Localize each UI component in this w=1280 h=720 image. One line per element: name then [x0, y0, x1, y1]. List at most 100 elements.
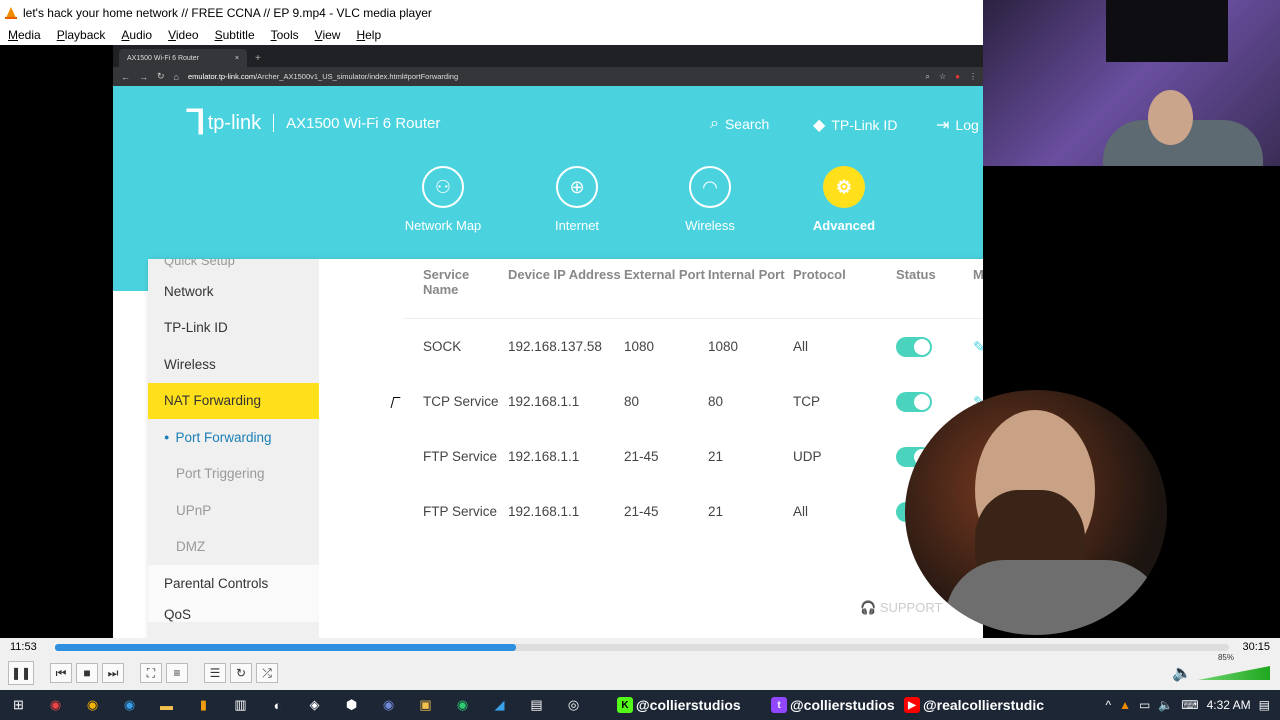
cell-external-port: 21-45 — [624, 449, 659, 464]
support-link[interactable]: 🎧 SUPPORT — [860, 600, 942, 616]
tplink-id-link[interactable]: ◆ TP-Link ID — [813, 115, 897, 135]
app-icon[interactable]: ▣ — [407, 690, 444, 720]
tab-internet[interactable]: ⊕ Internet — [517, 166, 637, 233]
network-icon[interactable]: ▭ — [1139, 698, 1150, 712]
menu-subtitle[interactable]: Subtitle — [215, 28, 255, 42]
chrome-icon[interactable]: ◉ — [74, 690, 111, 720]
sidebar-item-qos[interactable]: QoS — [148, 601, 319, 622]
tab-wireless[interactable]: ◠ Wireless — [650, 166, 770, 233]
app-icon[interactable]: ▤ — [518, 690, 555, 720]
menu-audio[interactable]: Audio — [121, 28, 152, 42]
notification-icon[interactable]: ▤ — [1259, 698, 1270, 712]
kick-icon: K — [617, 697, 633, 713]
menu-view[interactable]: View — [315, 28, 341, 42]
discord-icon[interactable]: ◉ — [370, 690, 407, 720]
keyboard-icon[interactable]: ⌨ — [1181, 698, 1198, 712]
edit-icon[interactable]: ✎ — [973, 338, 983, 356]
close-icon[interactable]: × — [235, 55, 239, 62]
status-toggle[interactable] — [896, 336, 932, 357]
edge-icon[interactable]: ◉ — [111, 690, 148, 720]
playlist-button[interactable]: ☰ — [204, 663, 226, 683]
cell-ip: 192.168.1.1 — [508, 449, 580, 464]
cell-internal-port: 80 — [708, 394, 724, 409]
sidebar-item-port-triggering[interactable]: Port Triggering — [148, 456, 319, 493]
sidebar-item-port-forwarding[interactable]: ● Port Forwarding — [148, 419, 319, 456]
tp-link-logo: ᒣ tp-link AX1500 Wi-Fi 6 Router — [185, 106, 440, 140]
status-toggle[interactable] — [896, 391, 932, 412]
home-icon[interactable]: ⌂ — [174, 72, 179, 82]
sidebar-item-parental-controls[interactable]: Parental Controls — [148, 565, 319, 602]
menu-playback[interactable]: Playback — [57, 28, 106, 42]
volume-control[interactable]: 🔈 85% — [1172, 653, 1270, 683]
zoom-icon[interactable]: ⌕ — [926, 72, 930, 82]
browser-tab[interactable]: AX1500 Wi-Fi 6 Router × — [119, 49, 247, 67]
cell-internal-port: 1080 — [708, 339, 739, 354]
column-header: External Port — [624, 267, 705, 282]
app-icon[interactable]: ◈ — [296, 690, 333, 720]
app-icon[interactable]: ◉ — [37, 690, 74, 720]
url-input[interactable]: emulator.tp-link.com/Archer_AX1500v1_US_… — [188, 72, 917, 81]
stop-button[interactable]: ■ — [76, 663, 98, 683]
webcam-overlay-guest — [983, 0, 1280, 166]
file-explorer-icon[interactable]: ▬ — [148, 690, 185, 720]
sidebar-item-tplink-id[interactable]: TP-Link ID — [148, 310, 319, 347]
tab-network-map[interactable]: ⚇ Network Map — [383, 166, 503, 233]
port-forwarding-table: Service Name Device IP Address External … — [403, 259, 983, 539]
window-title: let's hack your home network // FREE CCN… — [23, 5, 432, 20]
fullscreen-button[interactable]: ⛶ — [140, 663, 162, 683]
back-icon[interactable]: ← — [121, 72, 130, 82]
chevron-up-icon[interactable]: ^ — [1105, 698, 1111, 712]
windows-start-icon[interactable]: ⊞ — [0, 690, 37, 720]
cell-external-port: 21-45 — [624, 504, 659, 519]
app-icon[interactable]: ◐ — [259, 690, 296, 720]
sidebar-item-quick-setup[interactable]: Quick Setup — [148, 259, 319, 273]
app-icon[interactable]: ▮ — [185, 690, 222, 720]
previous-button[interactable]: ⏮ — [50, 663, 72, 683]
volume-percent: 85% — [1217, 653, 1234, 662]
sidebar-item-wireless[interactable]: Wireless — [148, 346, 319, 383]
menu-tools[interactable]: Tools — [271, 28, 299, 42]
audio-app-icon[interactable]: ▥ — [222, 690, 259, 720]
extended-settings-button[interactable]: ≡ — [166, 663, 188, 683]
sidebar-item-network[interactable]: Network — [148, 273, 319, 310]
extension-icon[interactable]: ● — [955, 72, 960, 82]
menu-video[interactable]: Video — [168, 28, 198, 42]
forward-icon[interactable]: → — [139, 72, 148, 82]
bookmark-star-icon[interactable]: ☆ — [939, 72, 946, 82]
volume-slider[interactable] — [1198, 666, 1270, 680]
column-header: Internal Port — [708, 267, 785, 282]
tab-advanced[interactable]: ⚙ Advanced — [784, 166, 904, 233]
presenter-shirt — [945, 560, 1165, 635]
menu-media[interactable]: Media — [8, 28, 41, 42]
logout-link[interactable]: ⇥ Log — [936, 115, 979, 135]
app-icon[interactable]: ⬢ — [333, 690, 370, 720]
browser-url-bar: ← → ↻ ⌂ emulator.tp-link.com/Archer_AX15… — [113, 67, 983, 86]
logout-icon: ⇥ — [936, 117, 950, 134]
volume-icon[interactable]: 🔈 — [1158, 698, 1173, 712]
menu-dots-icon[interactable]: ⋮ — [969, 72, 977, 82]
app-icon[interactable]: ◉ — [444, 690, 481, 720]
pause-button[interactable]: ❚❚ — [8, 661, 34, 685]
sidebar-item-dmz[interactable]: DMZ — [148, 529, 319, 566]
menu-help[interactable]: Help — [356, 28, 381, 42]
cell-service: FTP Service — [423, 449, 498, 464]
reload-icon[interactable]: ↻ — [157, 71, 165, 82]
sidebar-item-upnp[interactable]: UPnP — [148, 492, 319, 529]
logo-divider — [273, 114, 275, 132]
seek-progress — [55, 644, 517, 651]
elapsed-time: 11:53 — [10, 641, 37, 653]
next-button[interactable]: ⏭ — [102, 663, 124, 683]
clock[interactable]: 4:32 AM — [1207, 698, 1251, 712]
loop-button[interactable]: ↻ — [230, 663, 252, 683]
twitch-icon: t — [771, 697, 787, 713]
sidebar-item-nat-forwarding[interactable]: NAT Forwarding — [148, 382, 319, 419]
vlc-tray-icon[interactable]: ▲ — [1119, 698, 1131, 712]
new-tab-icon[interactable]: + — [255, 53, 261, 64]
seek-bar[interactable] — [55, 644, 1229, 651]
cell-external-port: 80 — [624, 394, 640, 409]
app-icon[interactable]: ◢ — [481, 690, 518, 720]
browser-window: AX1500 Wi-Fi 6 Router × + ← → ↻ ⌂ emulat… — [113, 45, 983, 638]
search-link[interactable]: ⌕ Search — [710, 115, 769, 133]
app-icon[interactable]: ◎ — [555, 690, 592, 720]
shuffle-button[interactable]: ⤮ — [256, 663, 278, 683]
